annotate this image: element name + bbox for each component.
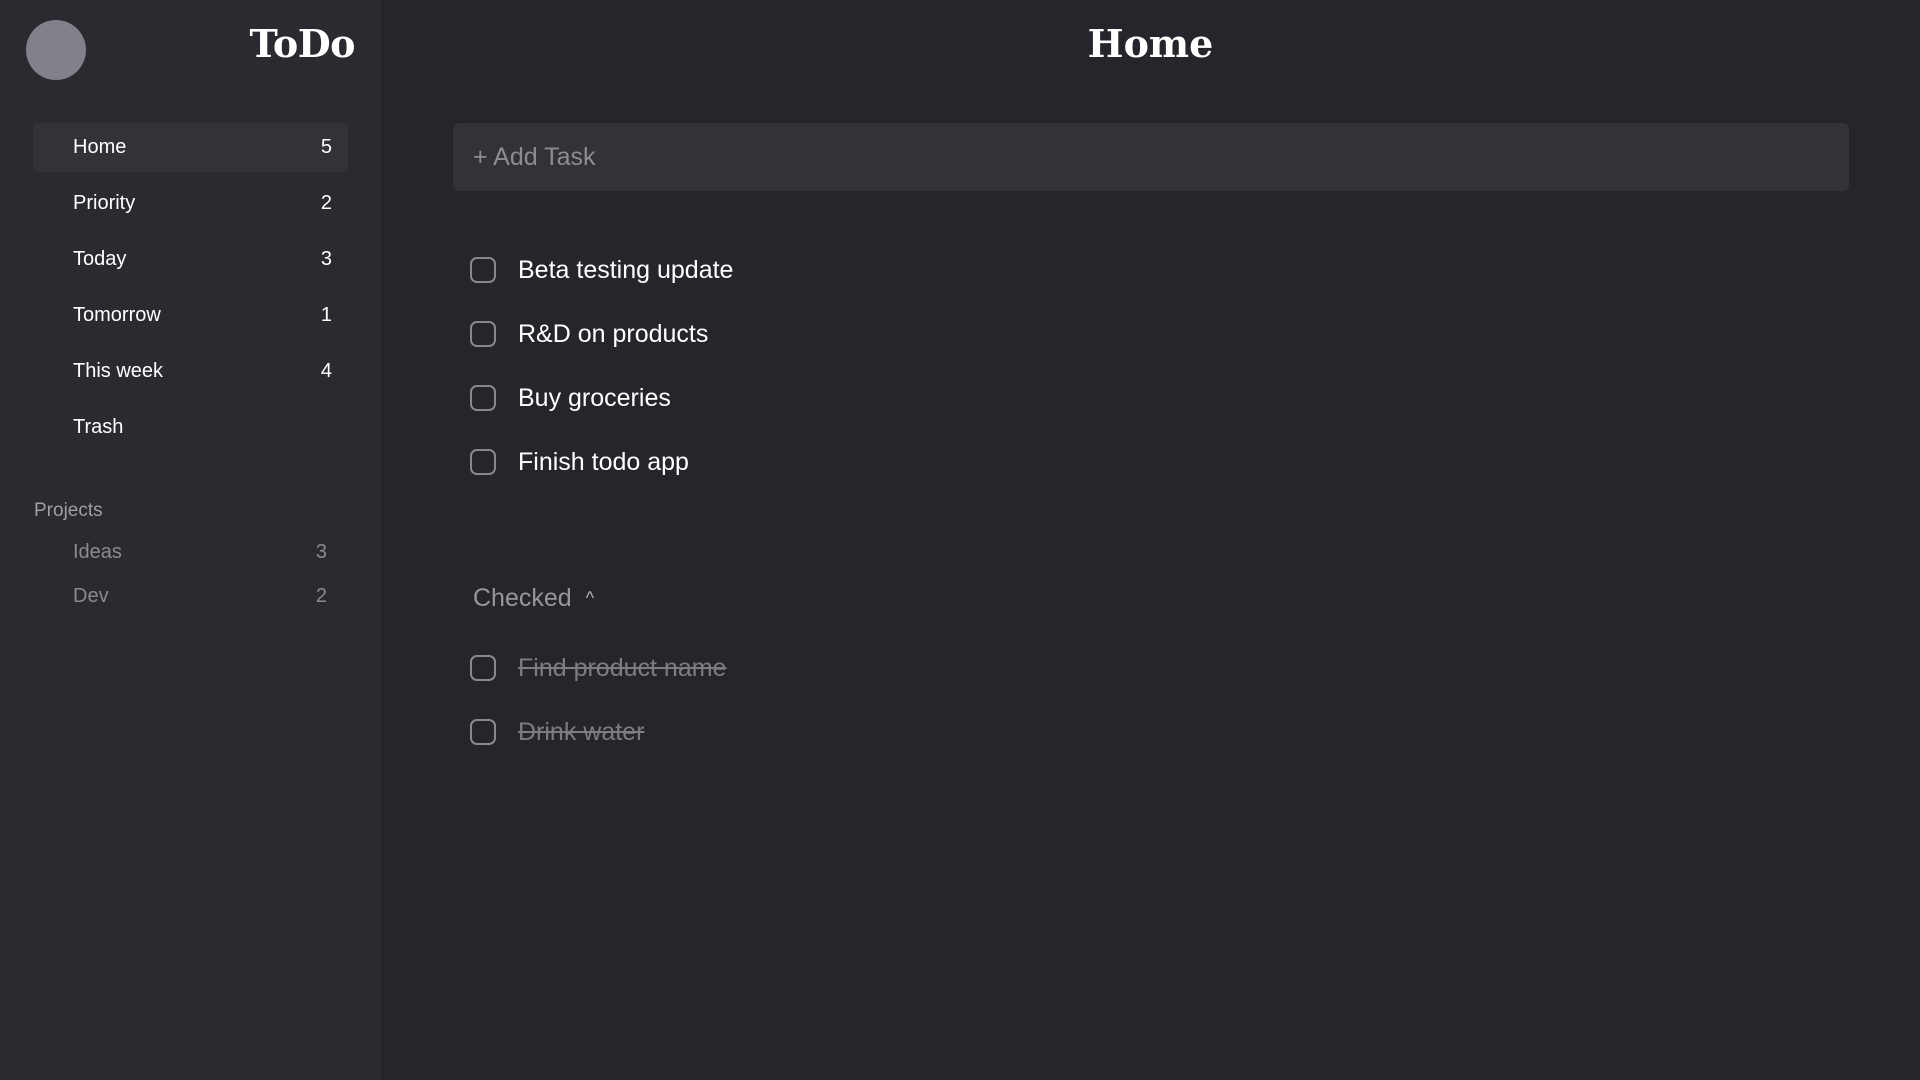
task-item: Beta testing update: [470, 238, 733, 302]
sidebar-item-tomorrow[interactable]: Tomorrow 1: [33, 291, 348, 340]
page-title: Home: [1087, 21, 1214, 66]
task-checkbox[interactable]: [470, 321, 496, 347]
sidebar-item-priority[interactable]: Priority 2: [33, 179, 348, 228]
checked-task-item: Drink water: [470, 700, 726, 764]
task-checkbox[interactable]: [470, 257, 496, 283]
project-item-label: Ideas: [73, 540, 122, 563]
sidebar-item-this-week[interactable]: This week 4: [33, 347, 348, 396]
add-task-input[interactable]: [453, 123, 1849, 191]
task-item: Finish todo app: [470, 430, 733, 494]
project-item-dev[interactable]: Dev 2: [33, 574, 333, 618]
main-content: Home Beta testing update R&D on products…: [381, 0, 1920, 1080]
task-checkbox[interactable]: [470, 719, 496, 745]
project-item-label: Dev: [73, 584, 109, 607]
project-item-ideas[interactable]: Ideas 3: [33, 530, 333, 574]
task-list: Beta testing update R&D on products Buy …: [470, 238, 733, 494]
chevron-up-icon: ^: [585, 587, 595, 608]
checked-section-label: Checked: [473, 583, 572, 612]
sidebar-item-count: 1: [320, 304, 332, 326]
project-item-count: 3: [315, 540, 327, 563]
sidebar-nav: Home 5 Priority 2 Today 3 Tomorrow 1 Thi…: [33, 123, 348, 459]
sidebar-item-label: Tomorrow: [73, 304, 161, 326]
avatar[interactable]: [26, 20, 86, 80]
checked-section-toggle[interactable]: Checked ^: [473, 580, 594, 616]
sidebar: ToDo Home 5 Priority 2 Today 3 Tomorrow …: [0, 0, 381, 1080]
task-checkbox[interactable]: [470, 385, 496, 411]
sidebar-item-count: 4: [320, 360, 332, 382]
sidebar-item-count: 3: [320, 248, 332, 270]
sidebar-item-label: Trash: [73, 416, 124, 438]
task-label[interactable]: Find product name: [518, 654, 726, 683]
sidebar-item-label: This week: [73, 360, 164, 382]
task-label[interactable]: Buy groceries: [518, 384, 671, 413]
project-item-count: 2: [315, 584, 327, 607]
sidebar-item-label: Today: [73, 248, 127, 270]
task-item: R&D on products: [470, 302, 733, 366]
task-checkbox[interactable]: [470, 655, 496, 681]
sidebar-item-label: Home: [73, 136, 127, 158]
sidebar-item-label: Priority: [73, 192, 136, 214]
task-label[interactable]: Beta testing update: [518, 256, 733, 285]
sidebar-item-today[interactable]: Today 3: [33, 235, 348, 284]
projects-heading: Projects: [34, 500, 103, 521]
task-label[interactable]: Finish todo app: [518, 448, 689, 477]
sidebar-item-count: 5: [320, 136, 332, 158]
sidebar-item-trash[interactable]: Trash: [33, 403, 348, 452]
sidebar-item-count: 2: [320, 192, 332, 214]
app-logo: ToDo: [249, 21, 355, 66]
app-window: ToDo Home 5 Priority 2 Today 3 Tomorrow …: [0, 0, 1920, 1080]
task-item: Buy groceries: [470, 366, 733, 430]
checked-task-list: Find product name Drink water: [470, 636, 726, 764]
task-label[interactable]: R&D on products: [518, 320, 708, 349]
task-checkbox[interactable]: [470, 449, 496, 475]
task-label[interactable]: Drink water: [518, 718, 644, 747]
projects-list: Ideas 3 Dev 2: [33, 530, 333, 618]
checked-task-item: Find product name: [470, 636, 726, 700]
sidebar-item-home[interactable]: Home 5: [33, 123, 348, 172]
